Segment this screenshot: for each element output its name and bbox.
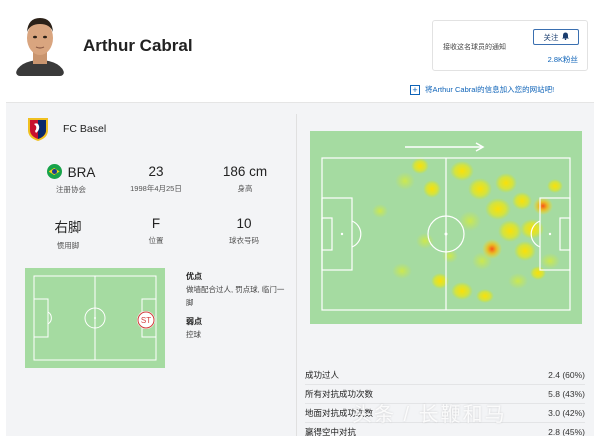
nationality-label: 注册协会	[56, 185, 86, 194]
shirt-label: 球衣号码	[229, 236, 259, 245]
weaknesses-title: 弱点	[186, 317, 202, 326]
plus-box-icon: +	[410, 84, 420, 95]
player-avatar	[16, 10, 64, 76]
stat-value: 5.8 (43%)	[548, 389, 585, 399]
shirt-stat: 10 球衣号码	[212, 216, 276, 246]
attack-direction-arrow-icon	[405, 142, 485, 152]
foot-label: 惯用脚	[56, 241, 80, 250]
position-value: F	[151, 216, 161, 231]
strengths-section: 优点 做墙配合过人, 罚点球, 临门一脚 弱点 控球	[186, 270, 286, 341]
watermark: 头条 / 长鞭和马	[352, 404, 507, 426]
stat-label: 成功过人	[305, 370, 340, 380]
embed-player-link[interactable]: + 将Arthur Cabral的信息加入您的网站吧!	[410, 84, 554, 95]
position-stat: F 位置	[124, 216, 188, 246]
strengths-text: 做墙配合过人, 罚点球, 临门一脚	[186, 285, 285, 307]
age-value: 23	[148, 164, 164, 179]
height-label: 身高	[237, 184, 253, 193]
age-stat: 23 1998年4月25日	[116, 164, 196, 194]
position-label: 位置	[148, 236, 164, 245]
stat-value: 3.0 (42%)	[548, 408, 585, 418]
heat-spots	[372, 158, 563, 303]
foot-stat: 右脚 惯用脚	[36, 216, 100, 251]
panel-divider	[296, 114, 297, 436]
shirt-value: 10	[236, 216, 252, 231]
brazil-flag-icon	[46, 164, 62, 179]
strengths-title: 优点	[186, 272, 202, 281]
player-name: Arthur Cabral	[83, 36, 193, 55]
stat-row: 成功过人 2.4 (60%)	[305, 366, 585, 385]
stat-value: 2.4 (60%)	[548, 370, 585, 380]
height-value: 186 cm	[222, 164, 268, 179]
follow-button-label: 关注	[543, 32, 559, 42]
embed-player-link-text: 将Arthur Cabral的信息加入您的网站吧!	[425, 85, 555, 94]
bell-icon	[561, 32, 569, 42]
follow-button[interactable]: 关注	[533, 29, 579, 45]
foot-value: 右脚	[54, 220, 82, 235]
stat-value: 2.8 (45%)	[548, 427, 585, 436]
follower-count: 2.8K粉丝	[547, 55, 578, 64]
birthdate-label: 1998年4月25日	[130, 184, 182, 193]
club-name[interactable]: FC Basel	[63, 123, 106, 135]
follow-panel: 接收这名球员的通知 关注 2.8K粉丝	[432, 20, 588, 71]
position-badge-st: ST	[137, 311, 155, 329]
height-stat: 186 cm 身高	[210, 164, 280, 194]
follow-notify-text: 接收这名球员的通知	[443, 44, 506, 51]
position-pitch: ST	[25, 268, 165, 368]
nationality-value: BRA	[67, 165, 96, 180]
club-logo[interactable]	[25, 116, 51, 142]
nationality-stat: BRA 注册协会	[40, 164, 102, 195]
svg-text:ST: ST	[141, 316, 151, 325]
heatmap-pitch	[310, 131, 582, 324]
player-profile-page: Arthur Cabral 接收这名球员的通知 关注 2.8K粉丝 + 将Art…	[0, 0, 600, 436]
stat-label: 赢得空中对抗	[305, 427, 357, 436]
weaknesses-text: 控球	[186, 330, 201, 339]
